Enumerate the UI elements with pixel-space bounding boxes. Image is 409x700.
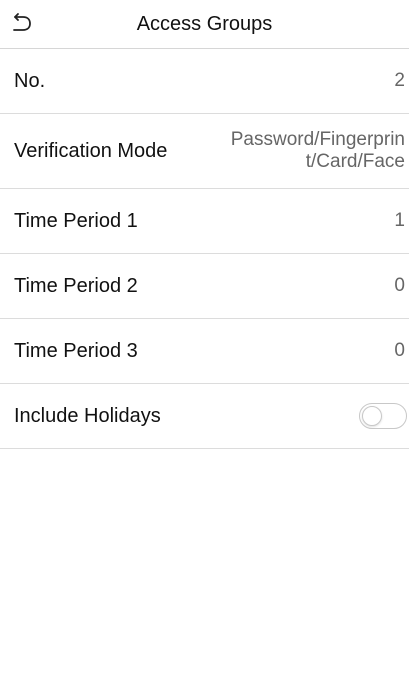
include-holidays-toggle[interactable] xyxy=(359,403,407,429)
row-time-period-3-value: 0 xyxy=(394,340,405,361)
row-time-period-2-label: Time Period 2 xyxy=(14,275,138,297)
row-no-label: No. xyxy=(14,70,46,92)
row-time-period-1-value: 1 xyxy=(394,210,405,231)
row-time-period-2[interactable]: Time Period 2 0 xyxy=(0,254,409,319)
row-include-holidays-label: Include Holidays xyxy=(14,405,161,427)
row-no-value: 2 xyxy=(394,70,405,91)
toggle-knob xyxy=(362,406,382,426)
row-time-period-1[interactable]: Time Period 1 1 xyxy=(0,189,409,254)
row-time-period-2-value: 0 xyxy=(394,275,405,296)
row-verification-mode[interactable]: Verification Mode Password/Fingerprint/C… xyxy=(0,114,409,189)
access-groups-screen: Access Groups No. 2 Verification Mode Pa… xyxy=(0,0,409,700)
row-time-period-3-label: Time Period 3 xyxy=(14,340,138,362)
settings-list: No. 2 Verification Mode Password/Fingerp… xyxy=(0,49,409,449)
page-title: Access Groups xyxy=(136,13,273,35)
row-include-holidays[interactable]: Include Holidays xyxy=(0,384,409,449)
row-time-period-3[interactable]: Time Period 3 0 xyxy=(0,319,409,384)
row-verification-mode-value: Password/Fingerprint/Card/Face xyxy=(230,129,405,172)
row-time-period-1-label: Time Period 1 xyxy=(14,210,138,232)
row-verification-mode-label: Verification Mode xyxy=(14,140,168,162)
header-bar: Access Groups xyxy=(0,0,409,49)
row-no[interactable]: No. 2 xyxy=(0,49,409,114)
